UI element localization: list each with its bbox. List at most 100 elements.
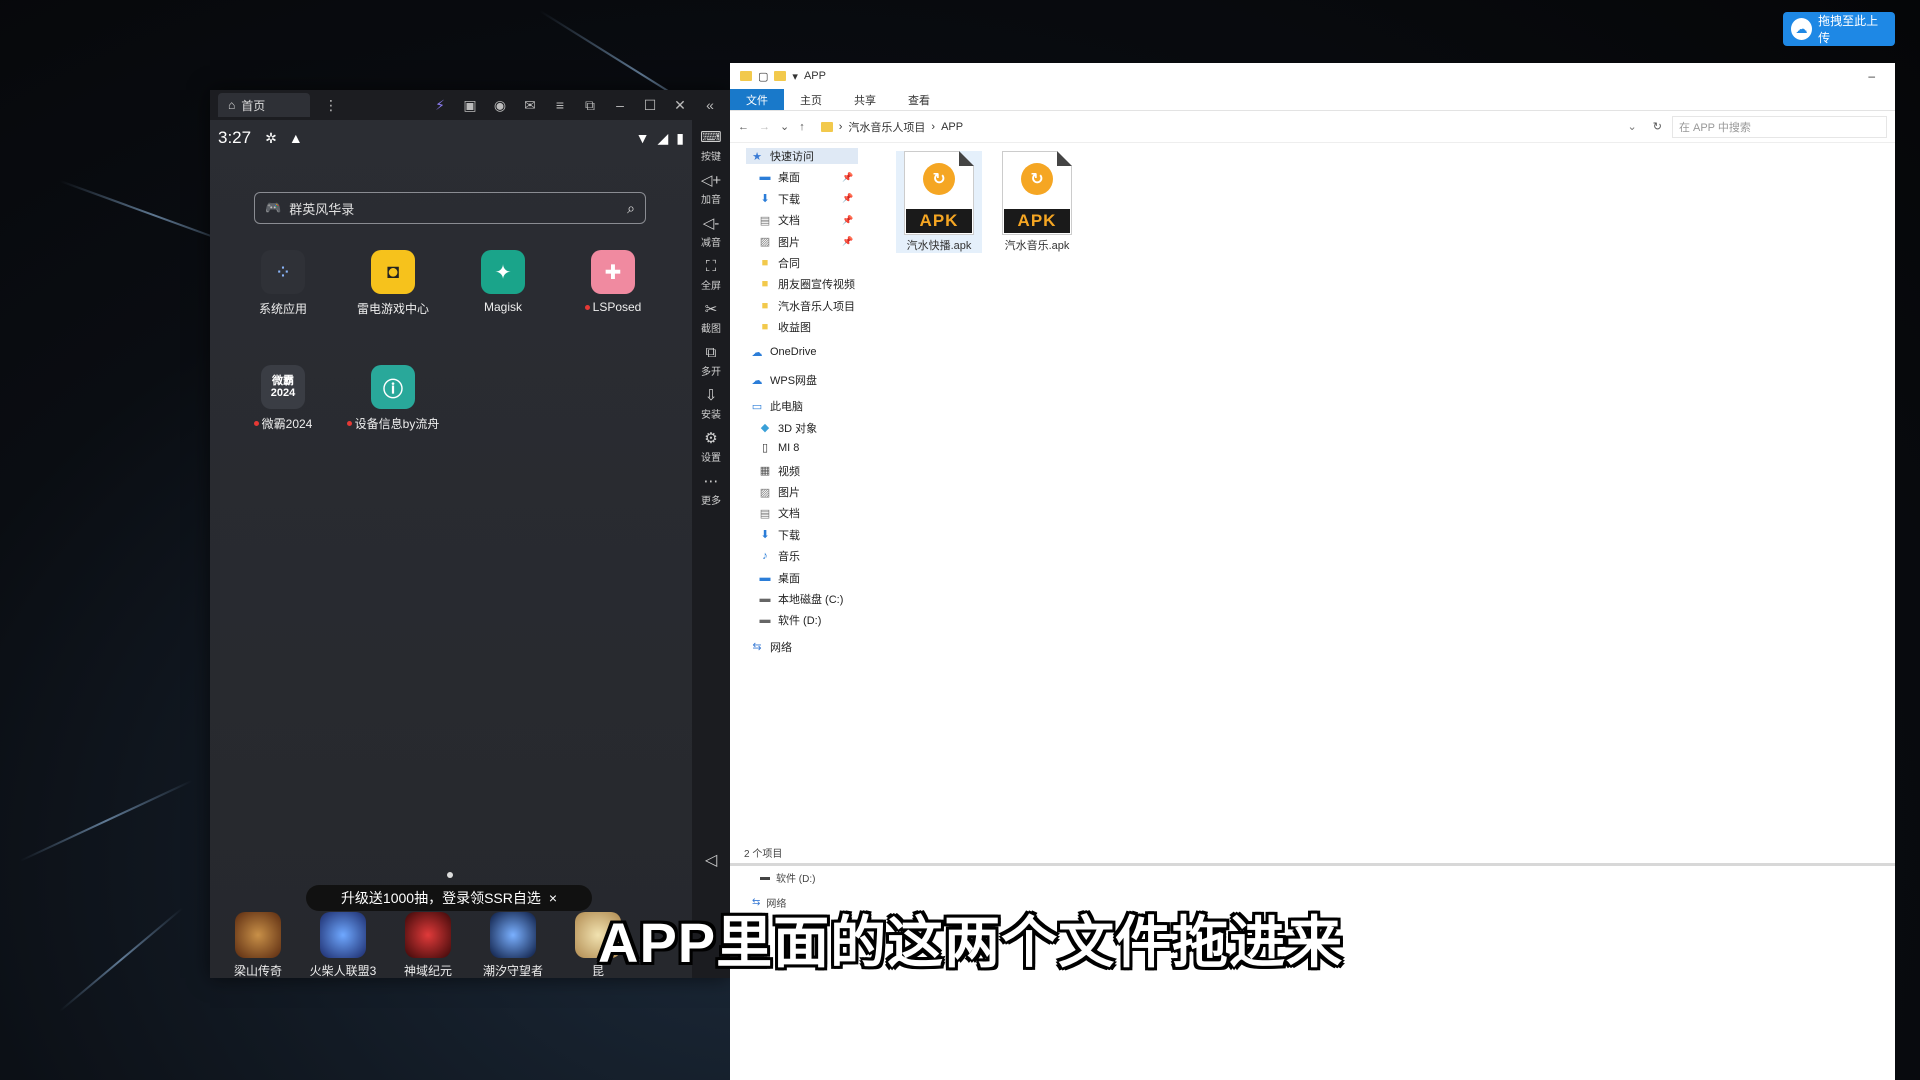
up-arrow-icon[interactable]: ↑ [799,121,805,133]
liangshan-game-icon [235,912,281,958]
app-weiba-2024[interactable]: 微霸 2024 微霸2024 [233,365,333,432]
sidebar-more-button[interactable]: ⋯ 更多 [701,474,721,508]
properties-icon[interactable]: ▢ [758,70,768,83]
plugin-icon[interactable]: ⚡ [432,97,448,114]
address-bar[interactable]: › 汽水音乐人项目 › APP ⌄ [815,116,1643,138]
nav-item[interactable]: ☁ WPS网盘 [750,372,818,388]
menu-icon[interactable]: ≡ [552,97,568,114]
tab-file[interactable]: 文件 [730,89,784,110]
android-back-icon[interactable]: ◁ [692,850,730,870]
explorer-search-input[interactable]: 在 APP 中搜索 [1671,115,1887,138]
video-icon: ▦ [759,465,771,478]
nav-item[interactable]: ⬇ 下载 [758,527,800,543]
sidebar-volume-down-button[interactable]: ◁- 减音 [701,215,721,250]
more-menu-icon[interactable]: ⋮ [324,97,338,114]
window-title: APP [803,70,826,82]
tab-home[interactable]: 主页 [784,89,838,110]
nav-item[interactable]: ▬ 桌面 [758,570,801,586]
nav-item-label: 文档 [778,508,800,521]
app-device-info[interactable]: ⓘ 设备信息by流舟 [343,365,443,432]
search-icon[interactable]: ⌕ [627,200,635,217]
nav-item[interactable]: ■ 收益图 [758,319,811,335]
back-arrow-icon[interactable]: ← [738,121,749,133]
dock-app[interactable]: 梁山传奇 [218,912,298,979]
gamepad-icon[interactable]: ▣ [462,97,478,114]
sidebar-volume-up-button[interactable]: ◁+ 加音 [701,173,721,207]
nav-item[interactable]: ▦ 视频 [758,463,800,479]
nav-item[interactable]: ▬ 本地磁盘 (C:) [758,591,844,607]
dock-app[interactable]: 潮汐守望者 [473,912,553,979]
forward-arrow-icon[interactable]: → [759,121,770,133]
quick-access-dropdown-icon[interactable]: ▾ [792,70,798,83]
volume-down-icon: ◁- [702,215,720,232]
promo-banner[interactable]: 升级送1000抽，登录领SSR自选 × [306,885,592,911]
app-leidian-game-center[interactable]: ◘ 雷电游戏中心 [343,250,443,317]
app-system-apps[interactable]: ⁘ 系统应用 [233,250,333,317]
nav-item[interactable]: ■ 汽水音乐人项目 [758,298,855,314]
nav-item[interactable]: ▭ 此电脑 [750,398,803,414]
sidebar-fullscreen-button[interactable]: ⛶ 全屏 [701,259,721,293]
app-lsposed[interactable]: ✚ LSPosed [563,250,663,314]
nav-item-label: 音乐 [778,551,800,564]
folder-icon: ■ [761,278,769,291]
background-window-row: ▬ 软件 (D:) [760,870,815,885]
nav-item[interactable]: ☁ OneDrive [750,346,817,359]
video-subtitle: APP里面的这两个文件拖进来 [598,911,1344,974]
nav-item[interactable]: ▤ 文档 📌 [758,212,853,228]
refresh-icon[interactable]: ↻ [1653,120,1662,133]
recent-dropdown-icon[interactable]: ⌄ [780,120,789,133]
nav-item[interactable]: ▬ 桌面 📌 [758,169,854,185]
chevron-down-icon[interactable]: ⌄ [1628,120,1637,133]
nav-item[interactable]: ◆ 3D 对象 [758,420,817,436]
file-item-apk[interactable]: ↻ APK 汽水音乐.apk [994,151,1080,253]
collapse-sidebar-icon[interactable]: « [702,97,718,114]
drag-upload-label: 拖拽至此上传 [1818,14,1879,45]
nav-item-label: 合同 [778,258,800,270]
app-magisk[interactable]: ✦ Magisk [453,250,553,314]
sidebar-settings-button[interactable]: ⚙ 设置 [701,431,721,465]
maximize-icon[interactable]: ☐ [642,97,658,114]
nav-item[interactable]: ■ 朋友圈宣传视频 [758,276,855,292]
drag-upload-button[interactable]: ☁ 拖拽至此上传 [1783,12,1895,46]
dock-app[interactable]: 神域纪元 [388,912,468,979]
nav-item[interactable]: ♪ 音乐 [758,548,800,564]
address-row: ← → ⌄ ↑ › 汽水音乐人项目 › APP ⌄ ↻ 在 APP 中搜索 [730,111,1895,143]
dock-app-label: 火柴人联盟3 [309,964,377,978]
float-window-icon[interactable]: ⧉ [582,97,598,114]
sidebar-label: 截图 [701,324,721,335]
tab-view[interactable]: 查看 [892,89,946,110]
mail-icon[interactable]: ✉ [522,97,538,114]
nav-item[interactable]: ⇆ 网络 [750,639,792,655]
computer-icon: ▭ [751,400,763,413]
minimize-icon[interactable]: – [612,97,628,114]
nav-item[interactable]: ▤ 文档 [758,505,800,521]
promo-close-icon[interactable]: × [549,890,557,906]
desktop-icon: ▬ [759,571,771,584]
breadcrumb-item[interactable]: APP [941,121,963,133]
close-icon[interactable]: ✕ [672,97,688,114]
sidebar-keymap-button[interactable]: ⌨ 按键 [700,130,722,164]
breadcrumb-item[interactable]: 汽水音乐人项目 [848,119,925,135]
nav-item[interactable]: ▨ 图片 📌 [758,234,853,250]
sidebar-screenshot-button[interactable]: ✂ 截图 [701,302,721,336]
promo-text: 升级送1000抽，登录领SSR自选 [340,890,541,906]
nav-item[interactable]: ⬇ 下载 📌 [758,191,853,207]
emulator-home-tab[interactable]: ⌂ 首页 [218,93,310,117]
star-icon: ★ [752,150,762,163]
nav-item[interactable]: ■ 合同 [758,255,800,271]
nav-item[interactable]: ▯ MI 8 [758,441,799,455]
page-indicator-dot [447,872,453,878]
sidebar-multi-instance-button[interactable]: ⧉ 多开 [701,345,721,379]
nav-item[interactable]: ▬ 软件 (D:) [758,612,822,628]
account-icon[interactable]: ◉ [492,97,508,114]
nav-item[interactable]: ★ 快速访问 [746,148,858,164]
file-item-apk[interactable]: ↻ APK 汽水快播.apk [896,151,982,253]
new-folder-icon[interactable] [774,71,787,81]
nav-item[interactable]: ▨ 图片 [758,484,800,500]
app-search-bar[interactable]: 🎮 群英风华录 ⌕ [254,192,646,224]
tab-share[interactable]: 共享 [838,89,892,110]
minimize-icon[interactable]: – [1868,69,1875,83]
download-icon: ⬇ [760,193,770,206]
sidebar-install-button[interactable]: ⇩ 安装 [701,388,721,422]
dock-app[interactable]: 火柴人联盟3 [303,912,383,979]
